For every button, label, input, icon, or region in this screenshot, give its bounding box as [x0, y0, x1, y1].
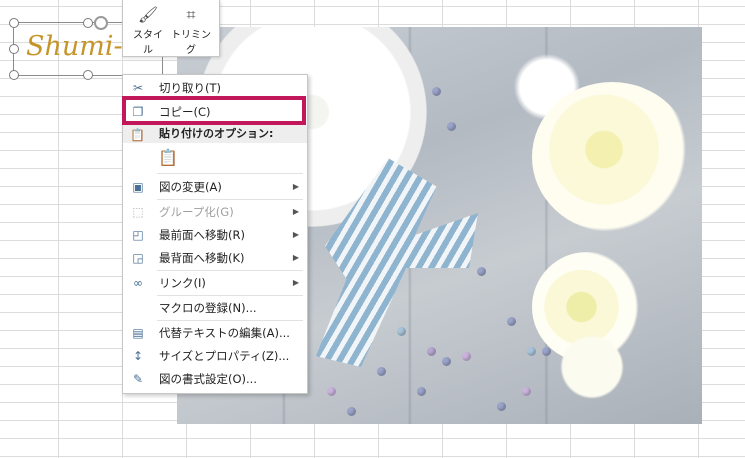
menu-item-alt-text[interactable]: ▤ 代替テキストの編集(A)...: [123, 322, 307, 344]
scissors-icon: ✂: [132, 81, 144, 95]
menu-item-format-picture[interactable]: ✎ 図の書式設定(O)...: [123, 368, 307, 390]
alt-text-icon: ▤: [132, 326, 144, 340]
change-picture-icon: ▣: [132, 180, 144, 194]
chevron-right-icon: ▶: [292, 230, 299, 239]
size-properties-icon: ↕: [132, 349, 144, 363]
chevron-right-icon: ▶: [292, 207, 299, 216]
paste-option-button[interactable]: 📋: [157, 147, 179, 169]
menu-separator: [157, 295, 303, 296]
menu-item-change-picture[interactable]: ▣ 図の変更(A) ▶: [123, 176, 307, 198]
resize-handle-tl[interactable]: [9, 18, 19, 28]
rotate-handle[interactable]: [94, 16, 108, 30]
menu-item-link[interactable]: ∞ リンク(I) ▶: [123, 272, 307, 294]
menu-item-send-back[interactable]: ◲ 最背面へ移動(K) ▶: [123, 247, 307, 269]
style-label: スタイル: [133, 30, 163, 56]
trim-button[interactable]: ⌗ トリミング: [169, 4, 213, 56]
resize-handle-bl[interactable]: [9, 70, 19, 80]
link-icon: ∞: [133, 276, 143, 290]
crop-icon: ⌗: [186, 5, 196, 24]
paste-options-header: 📋 貼り付けのオプション:: [123, 125, 307, 143]
resize-handle-b[interactable]: [83, 70, 93, 80]
bring-front-icon: ◰: [132, 228, 144, 242]
group-icon: ⬚: [132, 205, 144, 219]
chevron-right-icon: ▶: [292, 182, 299, 191]
brush-icon: 🖌: [137, 5, 159, 24]
trim-label: トリミング: [171, 30, 211, 56]
style-button[interactable]: 🖌 スタイル: [131, 4, 165, 56]
send-back-icon: ◲: [132, 251, 144, 265]
menu-separator: [157, 173, 303, 174]
mini-toolbar: 🖌 スタイル ⌗ トリミング: [122, 0, 220, 57]
copy-highlight-box: [122, 96, 306, 125]
menu-item-bring-front[interactable]: ◰ 最前面へ移動(R) ▶: [123, 224, 307, 246]
resize-handle-t[interactable]: [83, 18, 93, 28]
paste-icon: 📋: [130, 128, 145, 142]
menu-item-size-properties[interactable]: ↕ サイズとプロパティ(Z)...: [123, 345, 307, 367]
chevron-right-icon: ▶: [292, 278, 299, 287]
menu-separator: [157, 270, 303, 271]
menu-separator: [157, 320, 303, 321]
format-picture-icon: ✎: [132, 372, 144, 386]
menu-item-group[interactable]: ⬚ グループ化(G) ▶: [123, 201, 307, 223]
resize-handle-l[interactable]: [9, 44, 19, 54]
clipboard-icon: 📋: [158, 148, 178, 167]
chevron-right-icon: ▶: [292, 253, 299, 262]
menu-separator: [157, 199, 303, 200]
menu-item-assign-macro[interactable]: マクロの登録(N)...: [123, 297, 307, 319]
